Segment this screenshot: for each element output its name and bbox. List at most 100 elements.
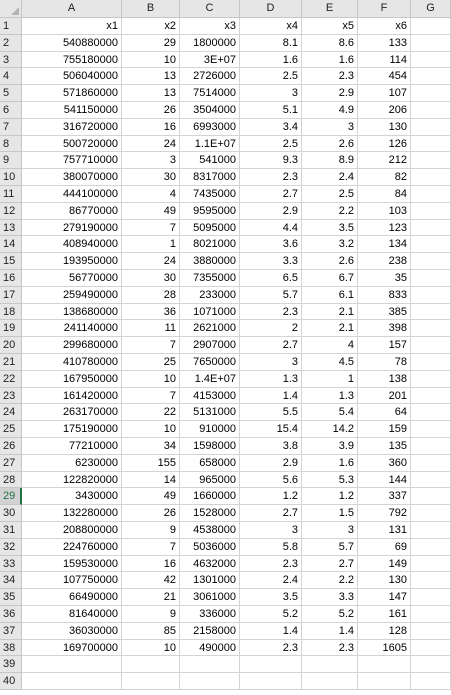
cell-g9[interactable] (411, 152, 451, 170)
cell-c39[interactable] (180, 656, 240, 674)
cell-g19[interactable] (411, 320, 451, 338)
cell-f6[interactable]: 206 (358, 102, 411, 119)
cell-e38[interactable]: 2.3 (302, 639, 358, 657)
cell-e32[interactable]: 5.7 (302, 538, 358, 556)
row-header-28[interactable]: 28 (0, 471, 22, 489)
cell-a36[interactable]: 81640000 (22, 606, 122, 623)
cell-b20[interactable]: 7 (122, 337, 180, 354)
cell-a20[interactable]: 299680000 (22, 337, 122, 354)
cell-b6[interactable]: 26 (122, 102, 180, 119)
cell-e18[interactable]: 2.1 (302, 303, 358, 321)
cell-g26[interactable] (411, 438, 451, 455)
cell-d38[interactable]: 2.3 (240, 639, 302, 657)
cell-b35[interactable]: 21 (122, 589, 180, 606)
cell-g12[interactable] (411, 202, 451, 220)
row-header-13[interactable]: 13 (0, 219, 22, 237)
cell-e7[interactable]: 3 (302, 118, 358, 136)
cell-d31[interactable]: 3 (240, 522, 302, 539)
cell-b4[interactable]: 13 (122, 68, 180, 86)
cell-f2[interactable]: 133 (358, 34, 411, 52)
cell-b22[interactable]: 10 (122, 370, 180, 388)
cell-c12[interactable]: 9595000 (180, 202, 240, 220)
cell-f36[interactable]: 161 (358, 606, 411, 623)
row-header-8[interactable]: 8 (0, 135, 22, 153)
cell-c30[interactable]: 1528000 (180, 505, 240, 522)
cell-c34[interactable]: 1301000 (180, 572, 240, 590)
cell-d5[interactable]: 3 (240, 85, 302, 102)
cell-f23[interactable]: 201 (358, 387, 411, 405)
cell-f12[interactable]: 103 (358, 202, 411, 220)
cell-c35[interactable]: 3061000 (180, 589, 240, 606)
cell-f10[interactable]: 82 (358, 169, 411, 186)
cell-g23[interactable] (411, 387, 451, 405)
cell-d11[interactable]: 2.7 (240, 186, 302, 203)
cell-d14[interactable]: 3.6 (240, 236, 302, 254)
cell-g30[interactable] (411, 505, 451, 522)
row-header-29[interactable]: 29 (0, 488, 22, 506)
cell-a32[interactable]: 224760000 (22, 538, 122, 556)
cell-d13[interactable]: 4.4 (240, 219, 302, 237)
cell-f17[interactable]: 833 (358, 286, 411, 304)
cell-g35[interactable] (411, 589, 451, 606)
cell-c36[interactable]: 336000 (180, 606, 240, 623)
cell-e8[interactable]: 2.6 (302, 135, 358, 153)
cell-g28[interactable] (411, 471, 451, 489)
row-header-34[interactable]: 34 (0, 572, 22, 590)
row-header-15[interactable]: 15 (0, 253, 22, 270)
row-header-5[interactable]: 5 (0, 85, 22, 102)
cell-c32[interactable]: 5036000 (180, 538, 240, 556)
row-header-18[interactable]: 18 (0, 303, 22, 321)
cell-f14[interactable]: 134 (358, 236, 411, 254)
cell-b25[interactable]: 10 (122, 421, 180, 438)
cell-e13[interactable]: 3.5 (302, 219, 358, 237)
select-all-corner[interactable] (0, 0, 22, 18)
cell-d4[interactable]: 2.5 (240, 68, 302, 86)
cell-b31[interactable]: 9 (122, 522, 180, 539)
cell-a29[interactable]: 3430000 (22, 488, 122, 506)
cell-g3[interactable] (411, 51, 451, 69)
cell-d15[interactable]: 3.3 (240, 253, 302, 270)
cell-d25[interactable]: 15.4 (240, 421, 302, 438)
cell-f3[interactable]: 114 (358, 51, 411, 69)
cell-d39[interactable] (240, 656, 302, 674)
cell-c8[interactable]: 1.1E+07 (180, 135, 240, 153)
cell-b29[interactable]: 49 (122, 488, 180, 506)
column-header-a[interactable]: A (22, 0, 122, 18)
spreadsheet-grid[interactable]: A B C D E F G 1 x1 x2 x3 x4 x5 x6 2 540880000 29 1800000 8… (0, 0, 451, 695)
cell-b18[interactable]: 36 (122, 303, 180, 321)
cell-d33[interactable]: 2.3 (240, 555, 302, 573)
cell-a1[interactable]: x1 (22, 18, 122, 35)
cell-a33[interactable]: 159530000 (22, 555, 122, 573)
cell-e11[interactable]: 2.5 (302, 186, 358, 203)
cell-e3[interactable]: 1.6 (302, 51, 358, 69)
cell-e23[interactable]: 1.3 (302, 387, 358, 405)
row-header-24[interactable]: 24 (0, 404, 22, 422)
cell-e35[interactable]: 3.3 (302, 589, 358, 606)
cell-b16[interactable]: 30 (122, 270, 180, 287)
row-header-7[interactable]: 7 (0, 118, 22, 136)
cell-g14[interactable] (411, 236, 451, 254)
cell-e14[interactable]: 3.2 (302, 236, 358, 254)
cell-f18[interactable]: 385 (358, 303, 411, 321)
cell-a34[interactable]: 107750000 (22, 572, 122, 590)
column-header-d[interactable]: D (240, 0, 302, 18)
cell-d23[interactable]: 1.4 (240, 387, 302, 405)
cell-e27[interactable]: 1.6 (302, 454, 358, 472)
cell-g38[interactable] (411, 639, 451, 657)
cell-c6[interactable]: 3504000 (180, 102, 240, 119)
cell-g6[interactable] (411, 102, 451, 119)
cell-g25[interactable] (411, 421, 451, 438)
cell-e4[interactable]: 2.3 (302, 68, 358, 86)
cell-e9[interactable]: 8.9 (302, 152, 358, 170)
cell-a8[interactable]: 500720000 (22, 135, 122, 153)
cell-d9[interactable]: 9.3 (240, 152, 302, 170)
cell-b19[interactable]: 11 (122, 320, 180, 338)
cell-e29[interactable]: 1.2 (302, 488, 358, 506)
row-header-3[interactable]: 3 (0, 51, 22, 69)
cell-b5[interactable]: 13 (122, 85, 180, 102)
cell-c37[interactable]: 2158000 (180, 622, 240, 640)
row-header-1[interactable]: 1 (0, 18, 22, 35)
cell-g29[interactable] (411, 488, 451, 506)
cell-g21[interactable] (411, 354, 451, 371)
cell-b11[interactable]: 4 (122, 186, 180, 203)
